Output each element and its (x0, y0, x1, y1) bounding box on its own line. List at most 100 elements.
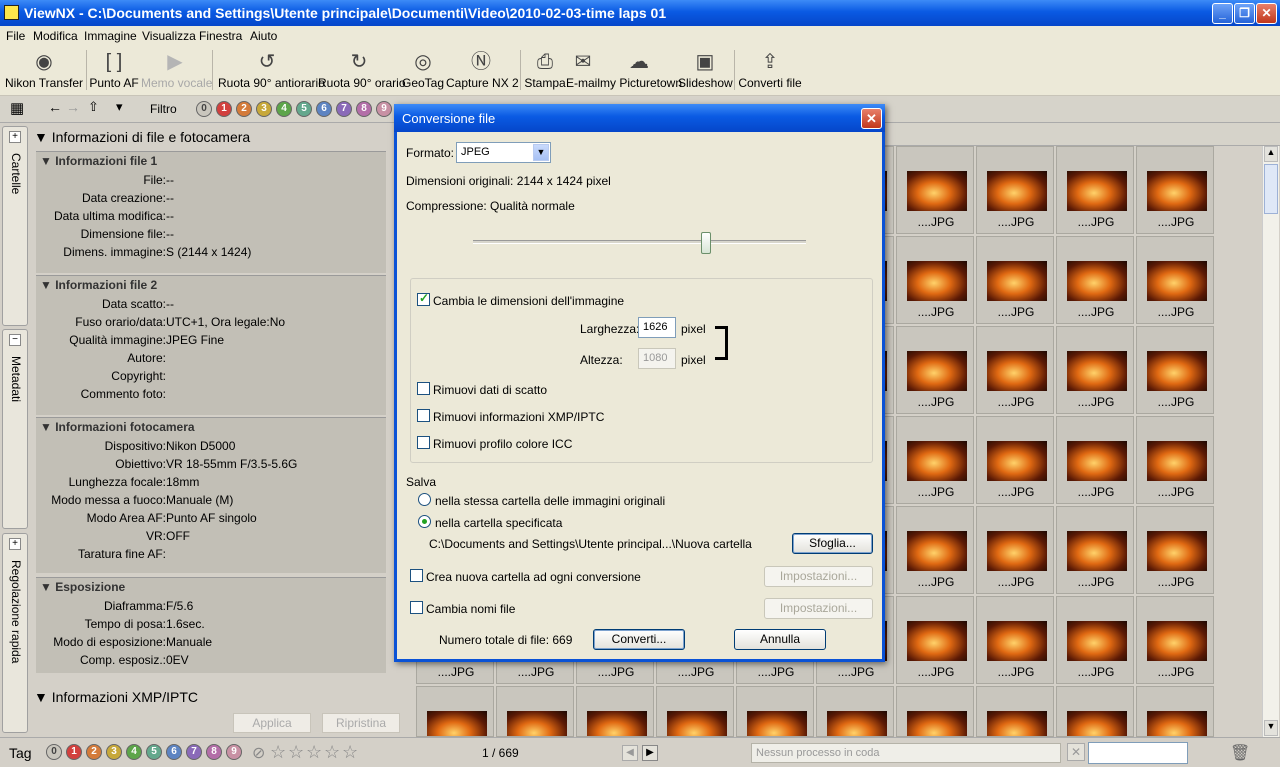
thumbnail-cell[interactable]: ....JPG (576, 686, 654, 737)
menu-file[interactable]: File (6, 29, 25, 43)
af-point-button[interactable]: [ ] Punto AF (88, 46, 140, 96)
thumbnail-cell[interactable]: ....JPG (1056, 506, 1134, 594)
thumbnail-cell[interactable]: ....JPG (976, 146, 1054, 234)
folder-dropdown-icon[interactable]: ▾ (116, 99, 123, 115)
compression-slider-track[interactable] (473, 240, 806, 244)
aspect-link-icon[interactable] (715, 326, 728, 360)
capture-nx-button[interactable]: Ⓝ Capture NX 2 (446, 46, 519, 96)
tag-rating-6[interactable]: 6 (166, 744, 182, 760)
reset-button[interactable]: Ripristina (322, 713, 400, 733)
cancel-process-icon[interactable]: ✕ (1067, 743, 1085, 761)
file-camera-info-header[interactable]: ▼ Informazioni di file e fotocamera (34, 129, 250, 145)
thumbnail-cell[interactable]: ....JPG (976, 596, 1054, 684)
grid-scrollbar[interactable]: ▲ ▼ (1262, 146, 1279, 738)
rating-1[interactable]: 1 (216, 101, 232, 117)
thumbnail-cell[interactable]: ....JPG (1136, 596, 1214, 684)
scroll-up-icon[interactable]: ▲ (1264, 146, 1278, 162)
compression-slider-knob[interactable] (701, 232, 712, 254)
rating-4[interactable]: 4 (276, 101, 292, 117)
thumbnail-cell[interactable]: ....JPG (656, 686, 734, 737)
tag-rating-5[interactable]: 5 (146, 744, 162, 760)
height-input[interactable]: 1080 (638, 348, 676, 369)
new-folder-checkbox[interactable] (410, 569, 423, 582)
menu-immagine[interactable]: Immagine (84, 29, 137, 43)
tag-rating-2[interactable]: 2 (86, 744, 102, 760)
thumbnail-cell[interactable]: ....JPG (896, 146, 974, 234)
menu-aiuto[interactable]: Aiuto (250, 29, 277, 43)
xmp-iptc-header[interactable]: ▼ Informazioni XMP/IPTC (34, 689, 198, 705)
slideshow-button[interactable]: ▣ Slideshow (678, 46, 733, 96)
rating-8[interactable]: 8 (356, 101, 372, 117)
thumbnail-cell[interactable]: ....JPG (896, 596, 974, 684)
thumbnail-cell[interactable]: ....JPG (976, 236, 1054, 324)
rating-6[interactable]: 6 (316, 101, 332, 117)
star-icon-2[interactable]: ☆ (288, 742, 304, 763)
resize-checkbox[interactable] (417, 291, 430, 306)
save-specified-radio[interactable] (418, 515, 431, 528)
scroll-thumb[interactable] (1264, 164, 1278, 214)
thumbnail-cell[interactable]: ....JPG (736, 686, 814, 737)
back-arrow-icon[interactable]: ← (48, 99, 62, 115)
email-button[interactable]: ✉ E-mail (566, 46, 600, 96)
maximize-button[interactable]: ❐ (1234, 3, 1255, 24)
rating-5[interactable]: 5 (296, 101, 312, 117)
thumbnail-cell[interactable]: ....JPG (1136, 146, 1214, 234)
star-icon-5[interactable]: ☆ (342, 742, 358, 763)
thumbnail-cell[interactable]: ....JPG (1056, 596, 1134, 684)
thumbnail-cell[interactable]: ....JPG (976, 686, 1054, 737)
minimize-button[interactable]: _ (1212, 3, 1233, 24)
thumbnail-cell[interactable]: ....JPG (1056, 686, 1134, 737)
cancel-button[interactable]: Annulla (734, 629, 826, 650)
voice-memo-button[interactable]: ▶ Memo vocale (141, 46, 212, 96)
thumbnail-cell[interactable]: ....JPG (976, 416, 1054, 504)
thumbnail-cell[interactable]: ....JPG (896, 506, 974, 594)
thumbnail-cell[interactable]: ....JPG (896, 236, 974, 324)
thumbnail-cell[interactable]: ....JPG (896, 686, 974, 737)
thumbnail-cell[interactable]: ....JPG (976, 326, 1054, 414)
dialog-close-icon[interactable]: ✕ (861, 108, 882, 129)
picturetown-button[interactable]: ☁ my Picturetown (600, 46, 682, 96)
thumbnail-cell[interactable]: ....JPG (1056, 146, 1134, 234)
thumbnail-cell[interactable]: ....JPG (1136, 236, 1214, 324)
menu-visualizza[interactable]: Visualizza (142, 29, 196, 43)
browse-button[interactable]: Sfoglia... (792, 533, 873, 554)
process-queue-field[interactable]: Nessun processo in coda (751, 743, 1061, 763)
rotate-ccw-button[interactable]: ↺ Ruota 90° antiorario (218, 46, 325, 96)
thumbnail-cell[interactable]: ....JPG (1136, 326, 1214, 414)
nikon-transfer-button[interactable]: ◉ Nikon Transfer (4, 46, 84, 96)
thumbnail-cell[interactable]: ....JPG (896, 326, 974, 414)
thumbnail-cell[interactable]: ....JPG (816, 686, 894, 737)
grid-view-icon[interactable]: ▦ (10, 99, 24, 117)
prev-image-icon[interactable]: ◀ (622, 745, 638, 761)
next-image-icon[interactable]: ▶ (642, 745, 658, 761)
tag-rating-3[interactable]: 3 (106, 744, 122, 760)
geotag-button[interactable]: ◎ GeoTag (401, 46, 445, 96)
format-select[interactable]: JPEG ▼ (456, 142, 551, 163)
tag-rating-9[interactable]: 9 (226, 744, 242, 760)
scroll-down-icon[interactable]: ▼ (1264, 720, 1278, 736)
thumbnail-cell[interactable]: ....JPG (1056, 416, 1134, 504)
menu-finestra[interactable]: Finestra (199, 29, 242, 43)
convert-button[interactable]: Converti... (593, 629, 685, 650)
star-icon-1[interactable]: ☆ (270, 742, 286, 763)
tab-regolazione-rapida[interactable]: + Regolazione rapida (2, 533, 28, 733)
rename-checkbox[interactable] (410, 601, 423, 614)
close-button[interactable]: ✕ (1256, 3, 1277, 24)
thumbnail-cell[interactable]: ....JPG (976, 506, 1054, 594)
tag-rating-8[interactable]: 8 (206, 744, 222, 760)
thumbnail-cell[interactable]: ....JPG (1136, 416, 1214, 504)
thumbnail-cell[interactable]: ....JPG (896, 416, 974, 504)
rating-7[interactable]: 7 (336, 101, 352, 117)
remove-shoot-data-checkbox[interactable] (417, 382, 430, 395)
convert-files-button[interactable]: ⇪ Converti file (738, 46, 802, 96)
thumbnail-cell[interactable]: ....JPG (1056, 326, 1134, 414)
forward-arrow-icon[interactable]: → (66, 99, 80, 115)
save-same-radio[interactable] (418, 493, 431, 506)
trash-icon[interactable]: 🗑 (1230, 743, 1250, 763)
rating-9[interactable]: 9 (376, 101, 392, 117)
rename-settings-button[interactable]: Impostazioni... (764, 598, 873, 619)
rating-3[interactable]: 3 (256, 101, 272, 117)
rotate-cw-button[interactable]: ↻ Ruota 90° orario (318, 46, 406, 96)
rating-0[interactable]: 0 (196, 101, 212, 117)
thumbnail-cell[interactable]: ....JPG (1136, 686, 1214, 737)
